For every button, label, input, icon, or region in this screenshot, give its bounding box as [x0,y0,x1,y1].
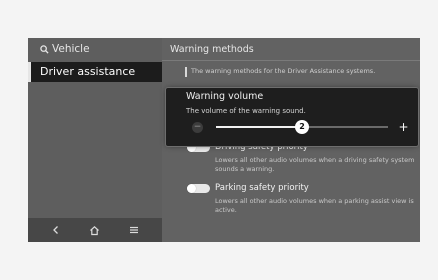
option-description: Lowers all other audio volumes when a pa… [215,197,414,214]
warning-volume-popup: Warning volume The volume of the warning… [166,88,418,146]
toggle-knob [187,184,196,193]
menu-icon[interactable] [124,220,144,240]
popup-title: Warning volume [186,91,264,102]
page-title: Warning methods [170,44,254,55]
volume-slider-fill [216,126,302,128]
bottom-nav-bar [28,218,162,242]
infotainment-screen: Vehicle Driver assistance Warning method… [28,38,420,242]
volume-increase-button[interactable]: + [397,121,410,134]
left-nav-pane: Vehicle Driver assistance [28,38,162,242]
popup-description: The volume of the warning sound. [186,107,306,115]
search-icon [40,44,49,54]
option-description: Lowers all other audio volumes when a dr… [215,156,415,173]
page-description: The warning methods for the Driver Assis… [191,67,376,75]
title-divider [162,60,420,61]
volume-decrease-button[interactable]: − [192,122,203,133]
volume-slider-thumb[interactable]: 2 [295,120,309,134]
home-icon[interactable] [85,220,105,240]
menu-item-driver-assistance[interactable]: Driver assistance [28,62,162,82]
option-label: Parking safety priority [215,183,309,193]
parking-safety-toggle[interactable] [187,184,210,193]
back-header-label: Vehicle [52,43,90,55]
back-chevron-icon[interactable] [46,220,66,240]
description-marker [185,67,187,77]
back-to-vehicle-button[interactable]: Vehicle [40,43,90,55]
